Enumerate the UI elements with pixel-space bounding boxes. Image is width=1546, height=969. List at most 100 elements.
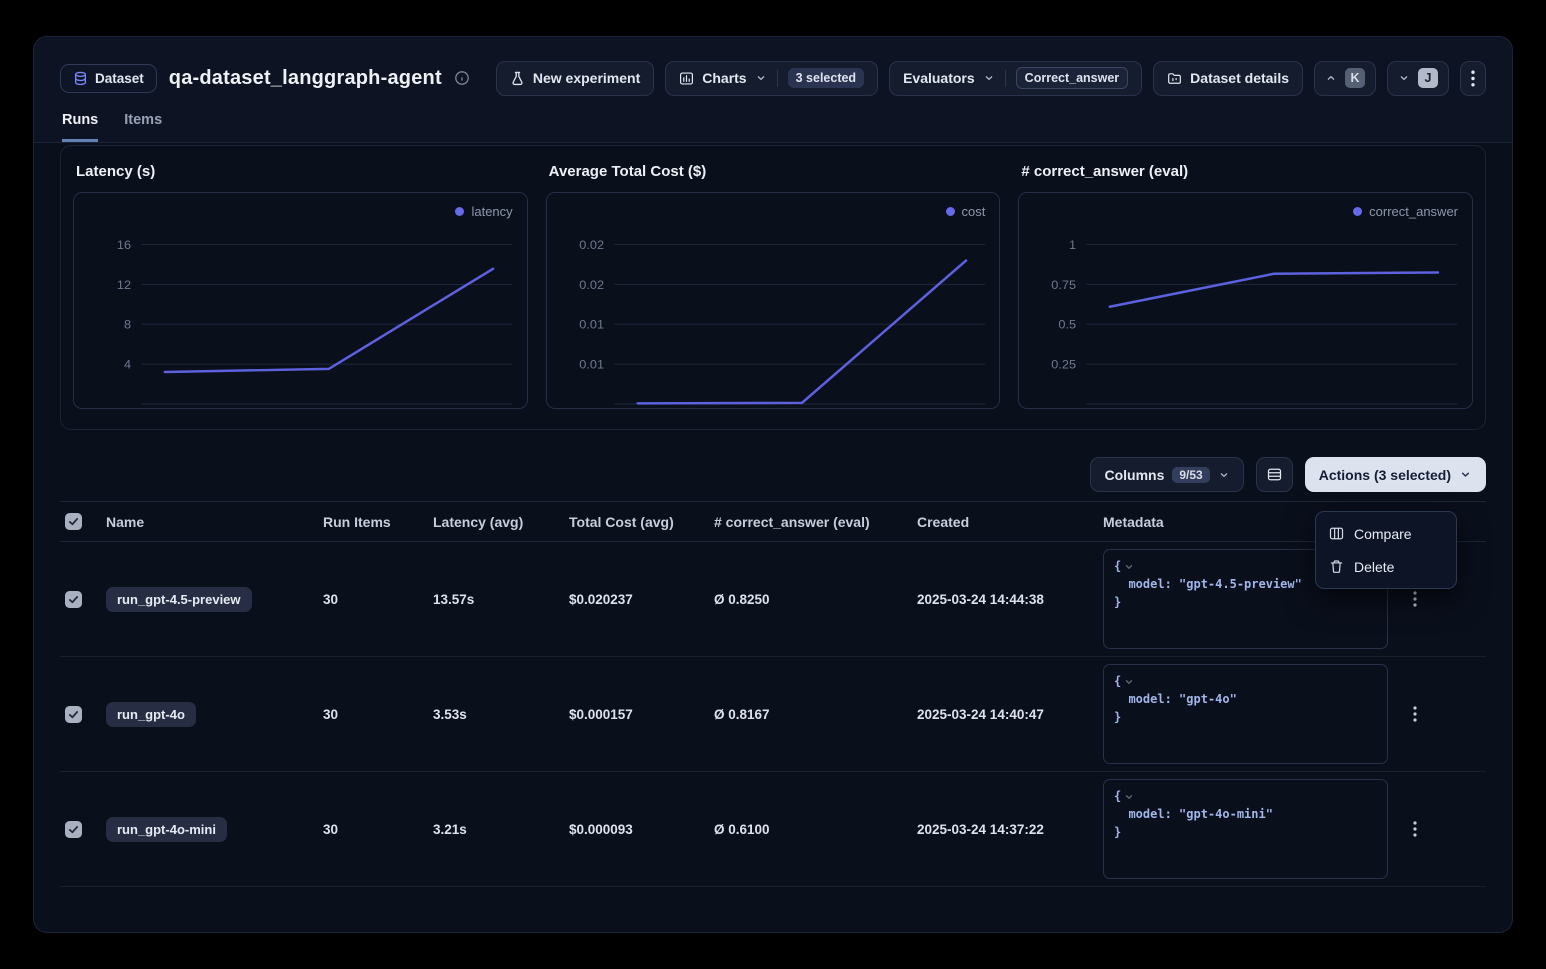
correct-answer-cell: Ø 0.6100 <box>714 822 917 837</box>
metadata-line: } <box>1114 823 1121 841</box>
actions-label: Actions (3 selected) <box>1319 467 1451 483</box>
run-name-pill[interactable]: run_gpt-4.5-preview <box>106 587 252 612</box>
next-item-button[interactable]: J <box>1387 61 1449 96</box>
kebab-menu-icon <box>1471 70 1475 87</box>
actions-button[interactable]: Actions (3 selected) <box>1305 457 1486 492</box>
flask-icon <box>510 71 525 86</box>
check-icon <box>68 824 79 835</box>
metadata-line: { <box>1114 557 1121 575</box>
metadata-line: { <box>1114 787 1121 805</box>
keyboard-shortcut-j: J <box>1418 68 1438 88</box>
charts-label: Charts <box>702 70 746 86</box>
chevron-up-icon <box>1325 72 1337 84</box>
created-cell: 2025-03-24 14:44:38 <box>917 592 1103 607</box>
menu-item-delete[interactable]: Delete <box>1321 550 1451 583</box>
page-header: Dataset qa-dataset_langgraph-agent New e… <box>34 37 1512 143</box>
row-menu-button[interactable] <box>1407 702 1423 726</box>
chevron-down-icon <box>1459 468 1472 481</box>
dataset-details-label: Dataset details <box>1190 70 1289 86</box>
dataset-details-button[interactable]: Dataset details <box>1153 61 1303 96</box>
chevron-down-icon <box>1218 469 1230 481</box>
row-menu-button[interactable] <box>1407 817 1423 841</box>
charts-dropdown-button[interactable]: Charts 3 selected <box>665 61 878 96</box>
chart-card: 0.020.020.010.01cost <box>546 192 1001 409</box>
chart-title: Latency (s) <box>76 163 528 180</box>
legend-dot <box>1353 207 1362 216</box>
column-header[interactable]: Name <box>106 514 323 530</box>
tab-runs[interactable]: Runs <box>62 112 98 142</box>
check-icon <box>68 594 79 605</box>
evaluator-selected-badge: Correct_answer <box>1016 67 1129 89</box>
svg-text:0.01: 0.01 <box>579 318 604 332</box>
svg-text:0.75: 0.75 <box>1052 278 1077 292</box>
table-controls: Columns 9/53 Actions (3 selected) <box>60 457 1486 492</box>
dataset-badge-label: Dataset <box>95 71 144 86</box>
svg-text:0.02: 0.02 <box>579 238 604 252</box>
evaluators-label: Evaluators <box>903 70 975 86</box>
table-row[interactable]: run_gpt-4o-mini 30 3.21s $0.000093 Ø 0.6… <box>60 772 1486 887</box>
row-checkbox[interactable] <box>65 821 82 838</box>
tab-bar: Runs Items <box>60 112 1486 142</box>
row-height-button[interactable] <box>1256 457 1293 492</box>
legend-dot <box>946 207 955 216</box>
actions-menu: Compare Delete <box>1315 511 1457 589</box>
trash-icon <box>1329 559 1344 574</box>
line-chart: 0.02 0.02 0.01 0.01 <box>547 193 1000 408</box>
columns-icon <box>1329 526 1344 541</box>
created-cell: 2025-03-24 14:37:22 <box>917 822 1103 837</box>
new-experiment-button[interactable]: New experiment <box>496 61 654 96</box>
folder-icon <box>1167 71 1182 86</box>
column-header[interactable]: # correct_answer (eval) <box>714 514 917 530</box>
svg-text:0.5: 0.5 <box>1059 318 1077 332</box>
line-chart: 161284 <box>74 193 527 408</box>
tab-items[interactable]: Items <box>124 112 162 142</box>
menu-item-compare[interactable]: Compare <box>1321 517 1451 550</box>
chart-title: # correct_answer (eval) <box>1021 163 1473 180</box>
latency-cell: 3.53s <box>433 707 569 722</box>
column-header[interactable]: Run Items <box>323 514 433 530</box>
table-row[interactable]: run_gpt-4o 30 3.53s $0.000157 Ø 0.8167 2… <box>60 657 1486 772</box>
chart-card: 161284latency <box>73 192 528 409</box>
metadata-line: model: "gpt-4.5-preview" <box>1114 575 1302 593</box>
collapse-icon[interactable] <box>1124 562 1134 572</box>
table-row[interactable]: run_gpt-4.5-preview 30 13.57s $0.020237 … <box>60 542 1486 657</box>
keyboard-shortcut-k: K <box>1345 68 1365 88</box>
row-checkbox[interactable] <box>65 591 82 608</box>
created-cell: 2025-03-24 14:40:47 <box>917 707 1103 722</box>
svg-text:0.02: 0.02 <box>579 278 604 292</box>
check-icon <box>68 709 79 720</box>
chart-card: 10.750.50.25correct_answer <box>1018 192 1473 409</box>
metadata-json[interactable]: { model: "gpt-4o"} <box>1103 664 1388 764</box>
latency-cell: 3.21s <box>433 822 569 837</box>
row-checkbox[interactable] <box>65 706 82 723</box>
metadata-line: model: "gpt-4o-mini" <box>1114 805 1273 823</box>
chart-correct_answer: # correct_answer (eval)10.750.50.25corre… <box>1018 163 1473 409</box>
info-icon[interactable] <box>454 70 470 86</box>
divider <box>1005 70 1006 87</box>
column-header[interactable]: Total Cost (avg) <box>569 514 714 530</box>
run-name-pill[interactable]: run_gpt-4o-mini <box>106 817 227 842</box>
svg-text:8: 8 <box>124 318 131 332</box>
chart-title: Average Total Cost ($) <box>549 163 1001 180</box>
row-menu-button[interactable] <box>1407 587 1423 611</box>
more-options-button[interactable] <box>1460 61 1486 96</box>
columns-button[interactable]: Columns 9/53 <box>1090 457 1243 492</box>
total-cost-cell: $0.000157 <box>569 707 714 722</box>
dataset-badge: Dataset <box>60 64 157 93</box>
collapse-icon[interactable] <box>1124 677 1134 687</box>
column-header[interactable]: Latency (avg) <box>433 514 569 530</box>
kebab-menu-icon <box>1413 821 1417 837</box>
evaluators-dropdown-button[interactable]: Evaluators Correct_answer <box>889 61 1142 96</box>
run-name-pill[interactable]: run_gpt-4o <box>106 702 196 727</box>
select-all-checkbox[interactable] <box>65 513 82 530</box>
legend-label: correct_answer <box>1369 204 1458 219</box>
column-header[interactable]: Created <box>917 514 1103 530</box>
metadata-json[interactable]: { model: "gpt-4o-mini"} <box>1103 779 1388 879</box>
run-items-cell: 30 <box>323 592 433 607</box>
metadata-line: { <box>1114 672 1121 690</box>
metadata-line: } <box>1114 593 1121 611</box>
prev-item-button[interactable]: K <box>1314 61 1376 96</box>
svg-text:0.01: 0.01 <box>579 358 604 372</box>
menu-item-label: Compare <box>1354 526 1412 542</box>
collapse-icon[interactable] <box>1124 792 1134 802</box>
